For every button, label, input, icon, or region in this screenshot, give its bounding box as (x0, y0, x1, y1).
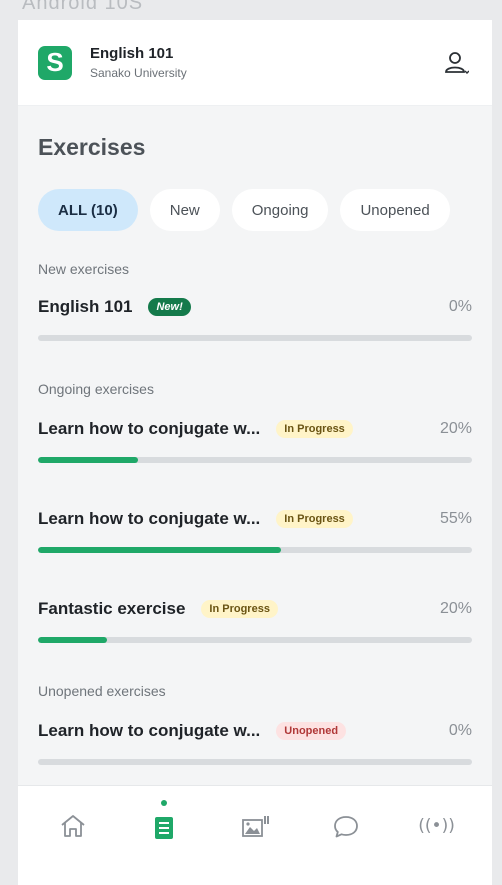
exercise-title: Learn how to conjugate w... (38, 419, 261, 438)
status-badge-new: New! (148, 298, 191, 316)
exercise-title: Learn how to conjugate w... (38, 721, 261, 740)
filter-chip-all[interactable]: ALL (10) (38, 189, 138, 231)
nav-chat[interactable] (318, 798, 374, 854)
exercise-item[interactable]: Learn how to conjugate w... In Progress … (38, 509, 492, 553)
group-label-unopened: Unopened exercises (38, 683, 166, 699)
gallery-icon (242, 815, 269, 837)
exercise-title: Learn how to conjugate w... (38, 509, 261, 528)
status-badge-in-progress: In Progress (276, 510, 353, 528)
filter-chips: ALL (10) New Ongoing Unopened (38, 189, 492, 231)
exercises-icon (155, 816, 174, 839)
course-title: English 101 (90, 45, 174, 62)
progress-track (38, 759, 472, 765)
course-info: English 101 Sanako University (90, 45, 187, 80)
user-icon (445, 51, 469, 74)
progress-track (38, 547, 472, 553)
exercise-item[interactable]: Fantastic exercise In Progress 20% (38, 599, 492, 643)
status-badge-in-progress: In Progress (276, 420, 353, 438)
exercise-percent: 55% (439, 510, 472, 527)
exercise-item[interactable]: Learn how to conjugate w... Unopened 0% (38, 721, 492, 765)
app-screen: S English 101 Sanako University Exercise… (18, 20, 492, 885)
progress-fill (38, 547, 282, 553)
profile-button[interactable] (440, 47, 472, 79)
progress-track (38, 457, 472, 463)
bottom-navigation: ((•)) (18, 785, 492, 885)
exercise-item[interactable]: English 101 New! 0% (38, 297, 492, 341)
nav-broadcast[interactable]: ((•)) (409, 798, 465, 854)
group-label-ongoing: Ongoing exercises (38, 381, 154, 397)
exercise-item[interactable]: Learn how to conjugate w... In Progress … (38, 419, 492, 463)
exercise-percent: 20% (439, 600, 472, 617)
exercise-title: English 101 (38, 297, 133, 316)
course-logo: S (38, 45, 72, 80)
home-icon (61, 814, 85, 837)
broadcast-icon: ((•)) (418, 815, 455, 836)
nav-home[interactable] (45, 798, 101, 854)
progress-track (38, 637, 472, 643)
filter-chip-new[interactable]: New (149, 189, 220, 231)
app-header: S English 101 Sanako University (18, 20, 492, 106)
exercise-percent: 20% (439, 420, 472, 437)
chat-icon (333, 815, 358, 837)
progress-fill (38, 637, 108, 643)
status-badge-in-progress: In Progress (201, 600, 278, 618)
organization-name: Sanako University (90, 66, 187, 80)
exercises-content: Exercises ALL (10) New Ongoing Unopened … (18, 134, 492, 765)
exercise-title: Fantastic exercise (38, 599, 186, 618)
filter-chip-ongoing[interactable]: Ongoing (231, 189, 329, 231)
nav-exercises[interactable] (136, 798, 192, 854)
nav-gallery[interactable] (227, 798, 283, 854)
status-badge-unopened: Unopened (276, 722, 347, 740)
exercise-percent: 0% (448, 298, 472, 315)
group-label-new: New exercises (38, 261, 130, 277)
filter-chip-unopened[interactable]: Unopened (340, 189, 450, 231)
progress-track (38, 335, 472, 341)
exercise-percent: 0% (448, 722, 472, 739)
status-bar-remnant: Android 10S (22, 0, 144, 14)
page-title: Exercises (38, 134, 146, 160)
active-indicator (161, 799, 168, 806)
progress-fill (38, 457, 138, 463)
